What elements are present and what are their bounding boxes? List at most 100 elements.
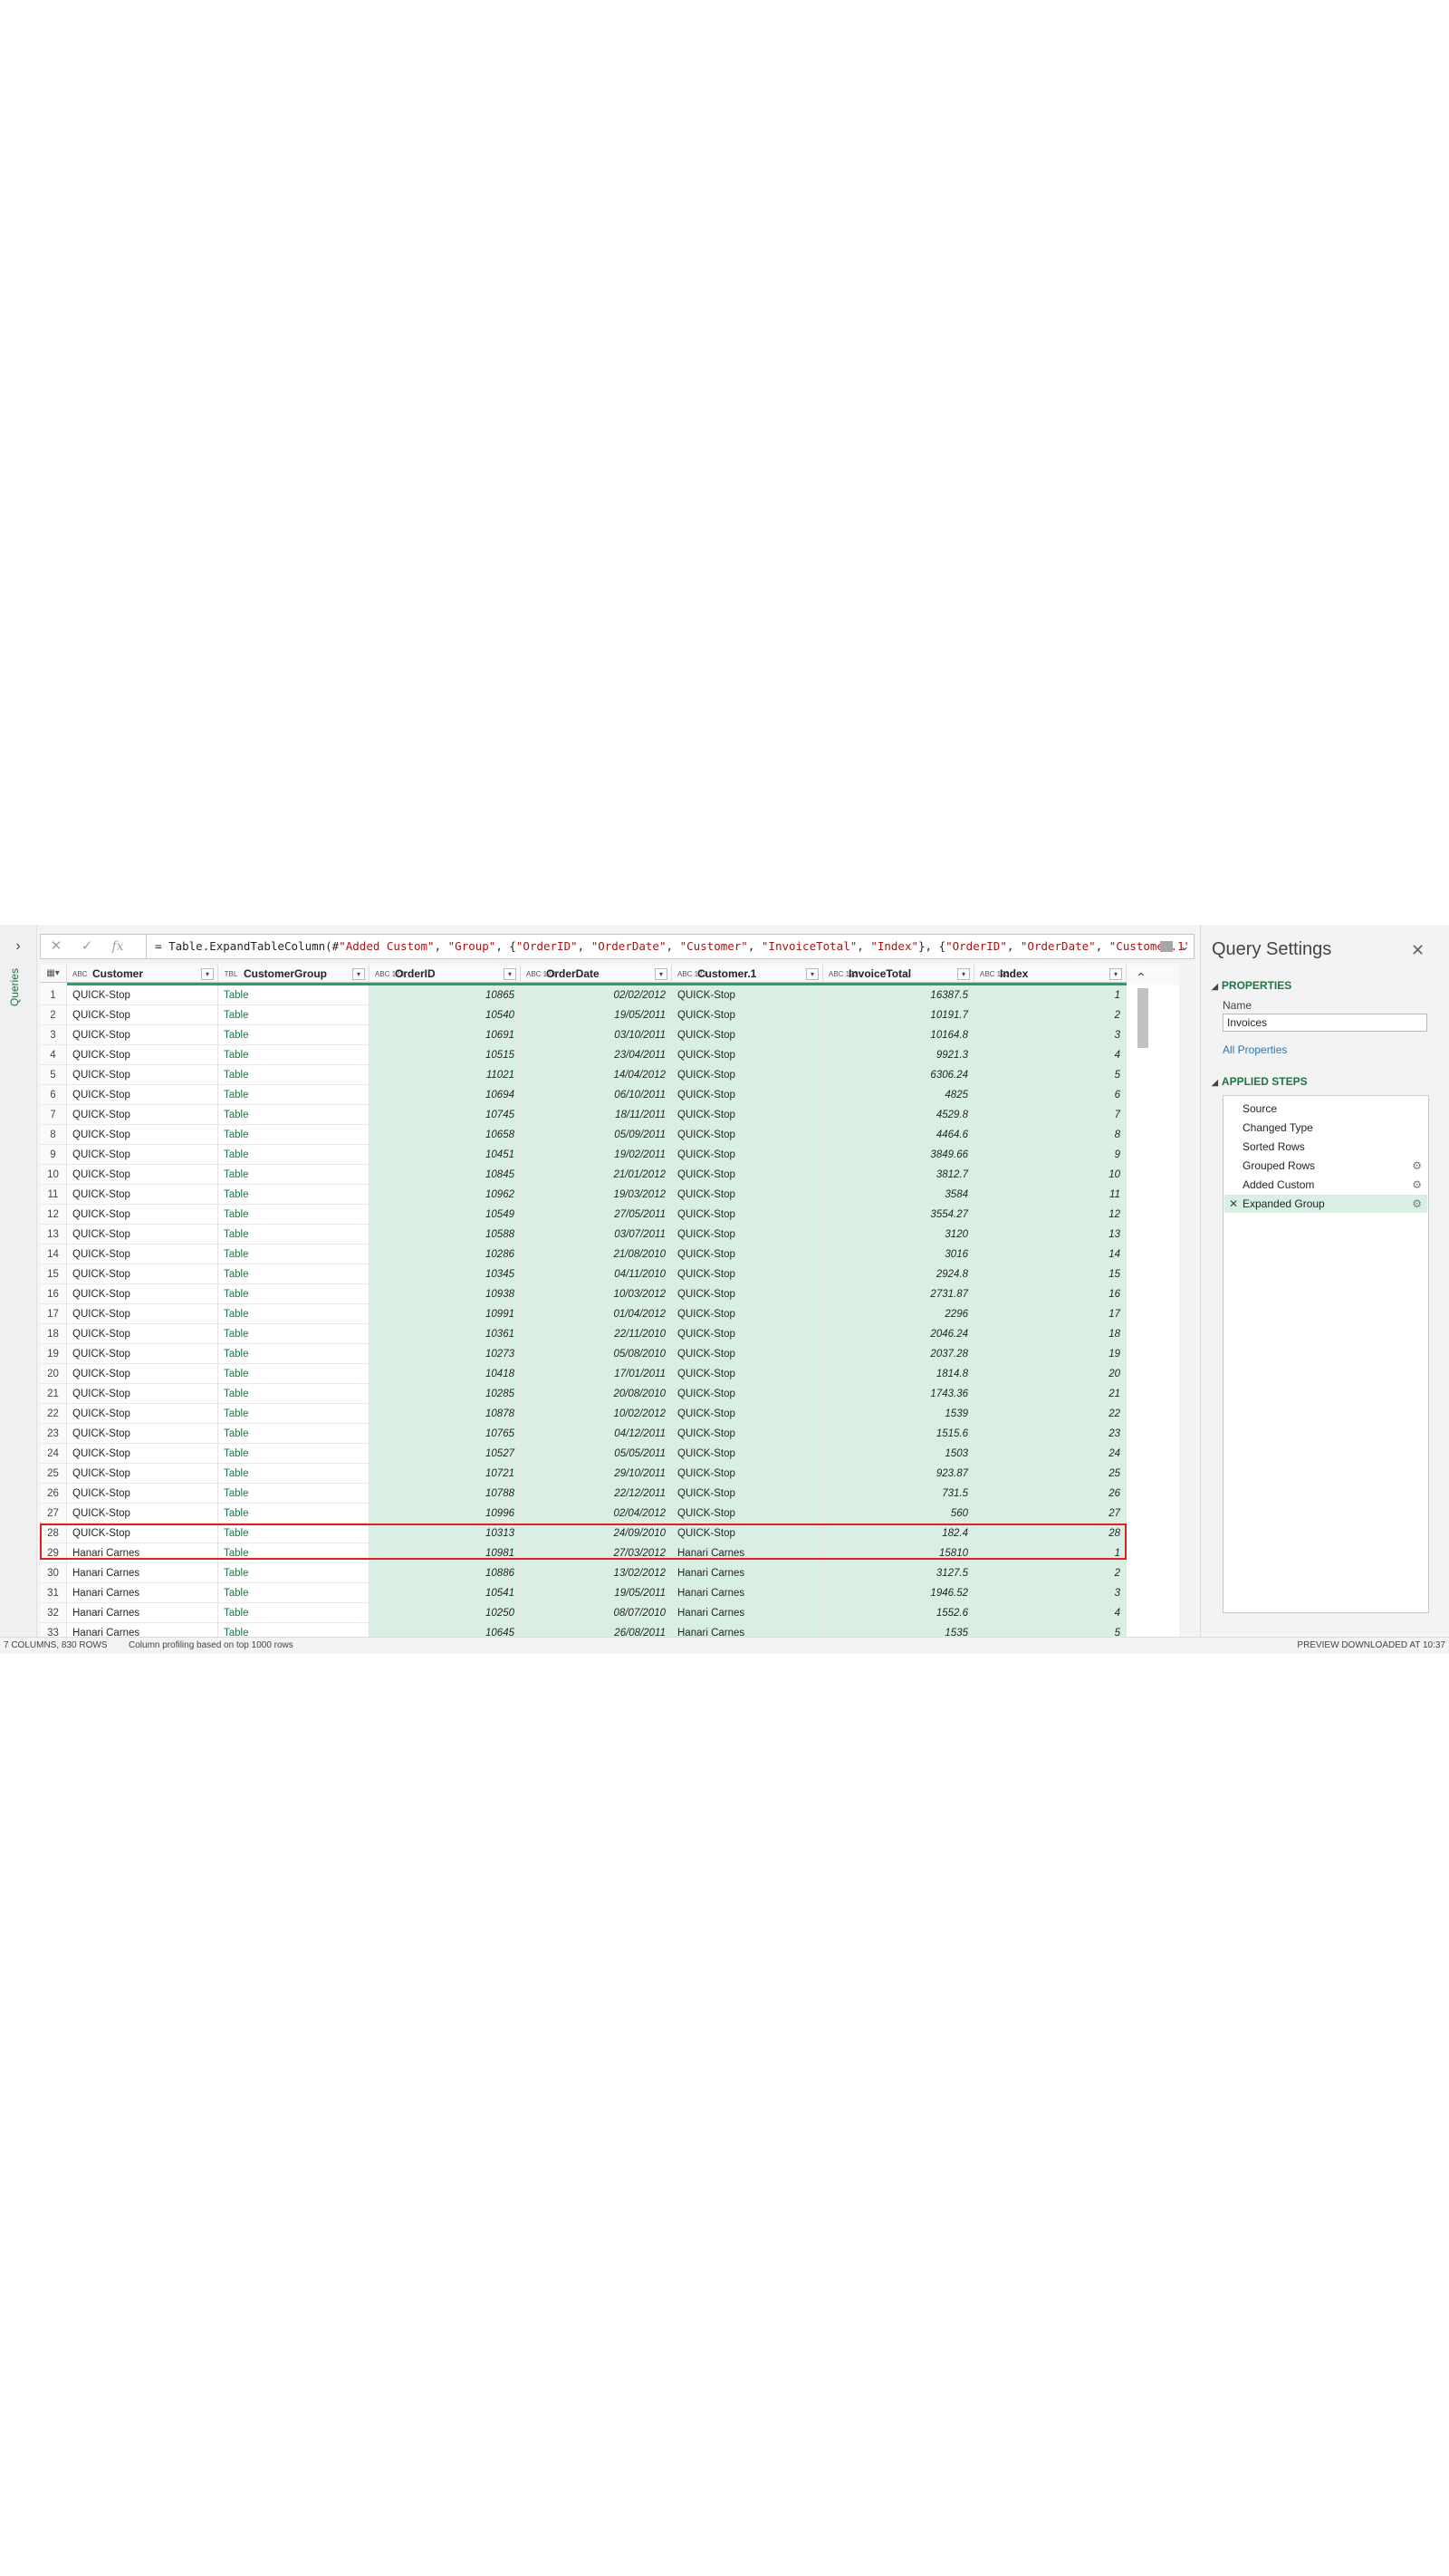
column-type-icon[interactable]: ABC 123 [677, 970, 706, 978]
order-id-cell[interactable]: 10588 [369, 1225, 521, 1245]
gear-icon[interactable]: ⚙ [1412, 1195, 1422, 1213]
customer-1-cell[interactable]: QUICK-Stop [672, 985, 823, 1005]
invoice-total-cell[interactable]: 731.5 [823, 1484, 974, 1504]
customer-cell[interactable]: QUICK-Stop [67, 1045, 218, 1065]
customer-group-cell[interactable]: Table [218, 1404, 369, 1424]
customer-1-cell[interactable]: QUICK-Stop [672, 1205, 823, 1225]
row-number[interactable]: 30 [40, 1563, 67, 1583]
order-date-cell[interactable]: 13/02/2012 [521, 1563, 672, 1583]
customer-1-cell[interactable]: QUICK-Stop [672, 1523, 823, 1543]
index-cell[interactable]: 21 [974, 1384, 1127, 1404]
invoice-total-cell[interactable]: 3849.66 [823, 1145, 974, 1165]
filter-dropdown-icon[interactable]: ▾ [655, 968, 667, 980]
order-date-cell[interactable]: 22/11/2010 [521, 1324, 672, 1344]
vertical-scrollbar[interactable]: ⌃ ⌄ [1132, 965, 1150, 1655]
formula-scroll-thumb[interactable] [1160, 941, 1173, 952]
invoice-total-cell[interactable]: 3120 [823, 1225, 974, 1245]
order-id-cell[interactable]: 10721 [369, 1464, 521, 1484]
index-cell[interactable]: 14 [974, 1245, 1127, 1264]
index-cell[interactable]: 15 [974, 1264, 1127, 1284]
customer-cell[interactable]: QUICK-Stop [67, 1225, 218, 1245]
applied-step[interactable]: Source [1224, 1100, 1427, 1118]
order-date-cell[interactable]: 14/04/2012 [521, 1065, 672, 1085]
customer-cell[interactable]: QUICK-Stop [67, 1085, 218, 1105]
index-cell[interactable]: 27 [974, 1504, 1127, 1523]
customer-group-cell[interactable]: Table [218, 1205, 369, 1225]
customer-1-cell[interactable]: QUICK-Stop [672, 1065, 823, 1085]
row-number[interactable]: 24 [40, 1444, 67, 1464]
order-id-cell[interactable]: 10541 [369, 1583, 521, 1603]
order-id-cell[interactable]: 10273 [369, 1344, 521, 1364]
customer-group-cell[interactable]: Table [218, 1543, 369, 1563]
index-cell[interactable]: 11 [974, 1185, 1127, 1205]
column-header[interactable]: ABC 123OrderDate ▾ [521, 965, 672, 983]
customer-group-cell[interactable]: Table [218, 1005, 369, 1025]
order-id-cell[interactable]: 10286 [369, 1245, 521, 1264]
customer-group-cell[interactable]: Table [218, 1185, 369, 1205]
row-number[interactable]: 26 [40, 1484, 67, 1504]
order-id-cell[interactable]: 10845 [369, 1165, 521, 1185]
order-date-cell[interactable]: 22/12/2011 [521, 1484, 672, 1504]
index-cell[interactable]: 10 [974, 1165, 1127, 1185]
invoice-total-cell[interactable]: 4464.6 [823, 1125, 974, 1145]
expand-formula-chevron-down-icon[interactable]: ⌄ [1176, 935, 1193, 958]
customer-1-cell[interactable]: QUICK-Stop [672, 1005, 823, 1025]
customer-cell[interactable]: QUICK-Stop [67, 1484, 218, 1504]
scroll-up-chevron-icon[interactable]: ⌃ [1136, 970, 1147, 985]
row-number[interactable]: 1 [40, 985, 67, 1005]
customer-group-cell[interactable]: Table [218, 1264, 369, 1284]
index-cell[interactable]: 22 [974, 1404, 1127, 1424]
customer-group-cell[interactable]: Table [218, 1504, 369, 1523]
order-id-cell[interactable]: 10451 [369, 1145, 521, 1165]
customer-group-cell[interactable]: Table [218, 1125, 369, 1145]
row-number[interactable]: 23 [40, 1424, 67, 1444]
invoice-total-cell[interactable]: 15810 [823, 1543, 974, 1563]
customer-1-cell[interactable]: QUICK-Stop [672, 1304, 823, 1324]
formula-input[interactable]: = Table.ExpandTableColumn(#"Added Custom… [155, 935, 1187, 958]
customer-1-cell[interactable]: QUICK-Stop [672, 1424, 823, 1444]
invoice-total-cell[interactable]: 16387.5 [823, 985, 974, 1005]
filter-dropdown-icon[interactable]: ▾ [1109, 968, 1122, 980]
invoice-total-cell[interactable]: 3554.27 [823, 1205, 974, 1225]
customer-cell[interactable]: QUICK-Stop [67, 1404, 218, 1424]
row-number[interactable]: 29 [40, 1543, 67, 1563]
customer-cell[interactable]: Hanari Carnes [67, 1563, 218, 1583]
order-date-cell[interactable]: 10/02/2012 [521, 1404, 672, 1424]
customer-group-cell[interactable]: Table [218, 1065, 369, 1085]
customer-1-cell[interactable]: QUICK-Stop [672, 1145, 823, 1165]
index-cell[interactable]: 13 [974, 1225, 1127, 1245]
row-number[interactable]: 25 [40, 1464, 67, 1484]
order-date-cell[interactable]: 10/03/2012 [521, 1284, 672, 1304]
order-date-cell[interactable]: 08/07/2010 [521, 1603, 672, 1623]
order-date-cell[interactable]: 21/08/2010 [521, 1245, 672, 1264]
index-cell[interactable]: 4 [974, 1603, 1127, 1623]
customer-cell[interactable]: Hanari Carnes [67, 1603, 218, 1623]
order-id-cell[interactable]: 10285 [369, 1384, 521, 1404]
order-date-cell[interactable]: 20/08/2010 [521, 1384, 672, 1404]
customer-group-cell[interactable]: Table [218, 1444, 369, 1464]
index-cell[interactable]: 20 [974, 1364, 1127, 1384]
customer-cell[interactable]: QUICK-Stop [67, 1284, 218, 1304]
order-date-cell[interactable]: 03/07/2011 [521, 1225, 672, 1245]
index-cell[interactable]: 7 [974, 1105, 1127, 1125]
invoice-total-cell[interactable]: 3584 [823, 1185, 974, 1205]
customer-cell[interactable]: QUICK-Stop [67, 1324, 218, 1344]
customer-cell[interactable]: QUICK-Stop [67, 1384, 218, 1404]
customer-cell[interactable]: QUICK-Stop [67, 1185, 218, 1205]
order-id-cell[interactable]: 10549 [369, 1205, 521, 1225]
customer-cell[interactable]: QUICK-Stop [67, 1304, 218, 1324]
customer-group-cell[interactable]: Table [218, 1384, 369, 1404]
customer-group-cell[interactable]: Table [218, 1025, 369, 1045]
customer-1-cell[interactable]: Hanari Carnes [672, 1543, 823, 1563]
order-date-cell[interactable]: 05/09/2011 [521, 1125, 672, 1145]
order-date-cell[interactable]: 17/01/2011 [521, 1364, 672, 1384]
customer-cell[interactable]: QUICK-Stop [67, 1264, 218, 1284]
order-id-cell[interactable]: 10878 [369, 1404, 521, 1424]
index-cell[interactable]: 23 [974, 1424, 1127, 1444]
index-cell[interactable]: 1 [974, 1543, 1127, 1563]
invoice-total-cell[interactable]: 1539 [823, 1404, 974, 1424]
index-cell[interactable]: 25 [974, 1464, 1127, 1484]
customer-group-cell[interactable]: Table [218, 1484, 369, 1504]
customer-1-cell[interactable]: Hanari Carnes [672, 1603, 823, 1623]
customer-cell[interactable]: QUICK-Stop [67, 1245, 218, 1264]
